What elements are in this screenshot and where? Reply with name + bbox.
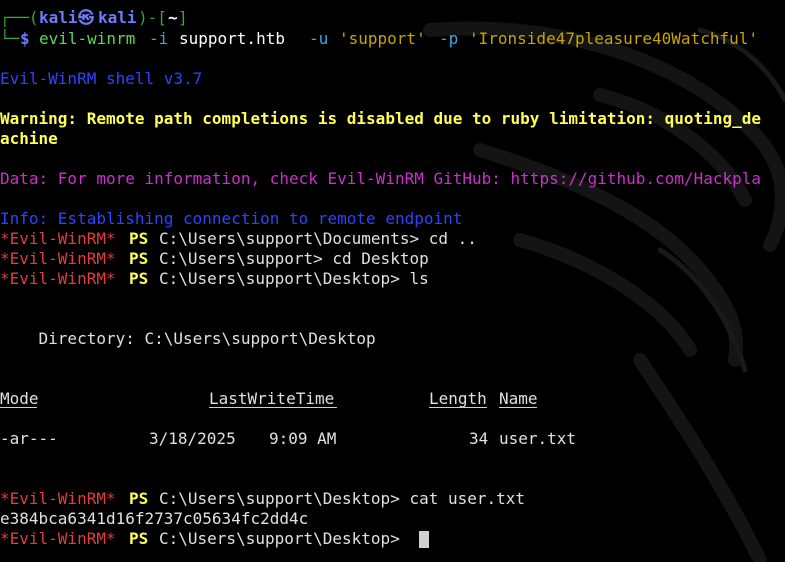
winrm-tag: *Evil-WinRM* [0, 529, 116, 548]
header-underline [499, 407, 537, 408]
session-command: C:\Users\support\Desktop> ls [159, 269, 429, 288]
info-line: Info: Establishing connection to remote … [0, 209, 463, 228]
prompt-cwd: ~ [168, 8, 178, 27]
session-line-3: *Evil-WinRM* PS C:\Users\support\Desktop… [0, 269, 429, 289]
header-length: Length [429, 389, 487, 408]
ps-label: PS [129, 269, 149, 288]
option-i: -i [149, 29, 169, 48]
ps-label: PS [129, 489, 149, 508]
text-cursor[interactable] [419, 531, 429, 548]
data-line: Data: For more information, check Evil-W… [0, 169, 761, 188]
prompt-bracket-end: ] [178, 8, 188, 27]
row-length: 34 [469, 429, 489, 448]
winrm-tag: *Evil-WinRM* [0, 229, 116, 248]
banner-line: Evil-WinRM shell v3.7 [0, 69, 203, 88]
session-command: C:\Users\support\Desktop> cat user.txt [159, 489, 526, 508]
file-content-line: e384bca6341d16f2737c05634fc2dd4c [0, 509, 309, 528]
prompt-bracket-mid: )-[ [138, 8, 167, 27]
prompt-user: kali [39, 8, 78, 27]
row-name: user.txt [499, 429, 577, 448]
row-time: 9:09 AM [269, 429, 337, 448]
prompt-box-bottom: └─ [0, 29, 20, 48]
option-u: -u [309, 29, 329, 48]
header-lastwritetime: LastWriteTime [209, 389, 335, 408]
session-line-1: *Evil-WinRM* PS C:\Users\support\Documen… [0, 229, 477, 249]
warning-line-2: achine [0, 129, 58, 148]
ps-label: PS [129, 249, 149, 268]
at-icon: ㉿ [78, 8, 95, 27]
user-argument: 'support' [339, 29, 426, 48]
winrm-tag: *Evil-WinRM* [0, 269, 116, 288]
session-command: C:\Users\support\Desktop> [159, 529, 410, 548]
warning-line-1: Warning: Remote path completions is disa… [0, 109, 761, 128]
session-command: C:\Users\support\Documents> cd .. [159, 229, 477, 248]
ps-label: PS [129, 229, 149, 248]
listing-row: -ar--- 3/18/2025 9:09 AM 34 user.txt [0, 429, 576, 449]
terminal-window[interactable]: ┌──( kali ㉿ kali )-[ ~ ] └─ $ evil-winrm… [0, 0, 785, 562]
session-line-4: *Evil-WinRM* PS C:\Users\support\Desktop… [0, 489, 525, 509]
header-underline [429, 407, 487, 408]
host-argument: support.htb [179, 29, 285, 48]
prompt-box-top: ┌──( [0, 8, 39, 27]
ps-label: PS [129, 529, 149, 548]
session-command: C:\Users\support> cd Desktop [159, 249, 429, 268]
listing-header: Mode LastWriteTime Length Name [0, 389, 538, 409]
command-name: evil-winrm [39, 29, 136, 48]
password-argument: 'Ironside47pleasure40Watchful' [469, 29, 758, 48]
row-date: 3/18/2025 [149, 429, 236, 448]
prompt-header: ┌──( kali ㉿ kali )-[ ~ ] [0, 8, 188, 28]
header-underline [0, 407, 37, 408]
session-line-2: *Evil-WinRM* PS C:\Users\support> cd Des… [0, 249, 429, 269]
prompt-dollar: $ [20, 29, 30, 48]
command-line: └─ $ evil-winrm -i support.htb -u 'suppo… [0, 29, 758, 49]
option-p: -p [439, 29, 459, 48]
row-mode: -ar--- [0, 429, 58, 448]
winrm-tag: *Evil-WinRM* [0, 249, 116, 268]
header-mode: Mode [0, 389, 39, 408]
header-name: Name [499, 389, 538, 408]
header-underline [209, 407, 337, 408]
active-prompt-line[interactable]: *Evil-WinRM* PS C:\Users\support\Desktop… [0, 529, 429, 549]
winrm-tag: *Evil-WinRM* [0, 489, 116, 508]
prompt-host: kali [98, 8, 137, 27]
directory-line: Directory: C:\Users\support\Desktop [0, 329, 376, 348]
